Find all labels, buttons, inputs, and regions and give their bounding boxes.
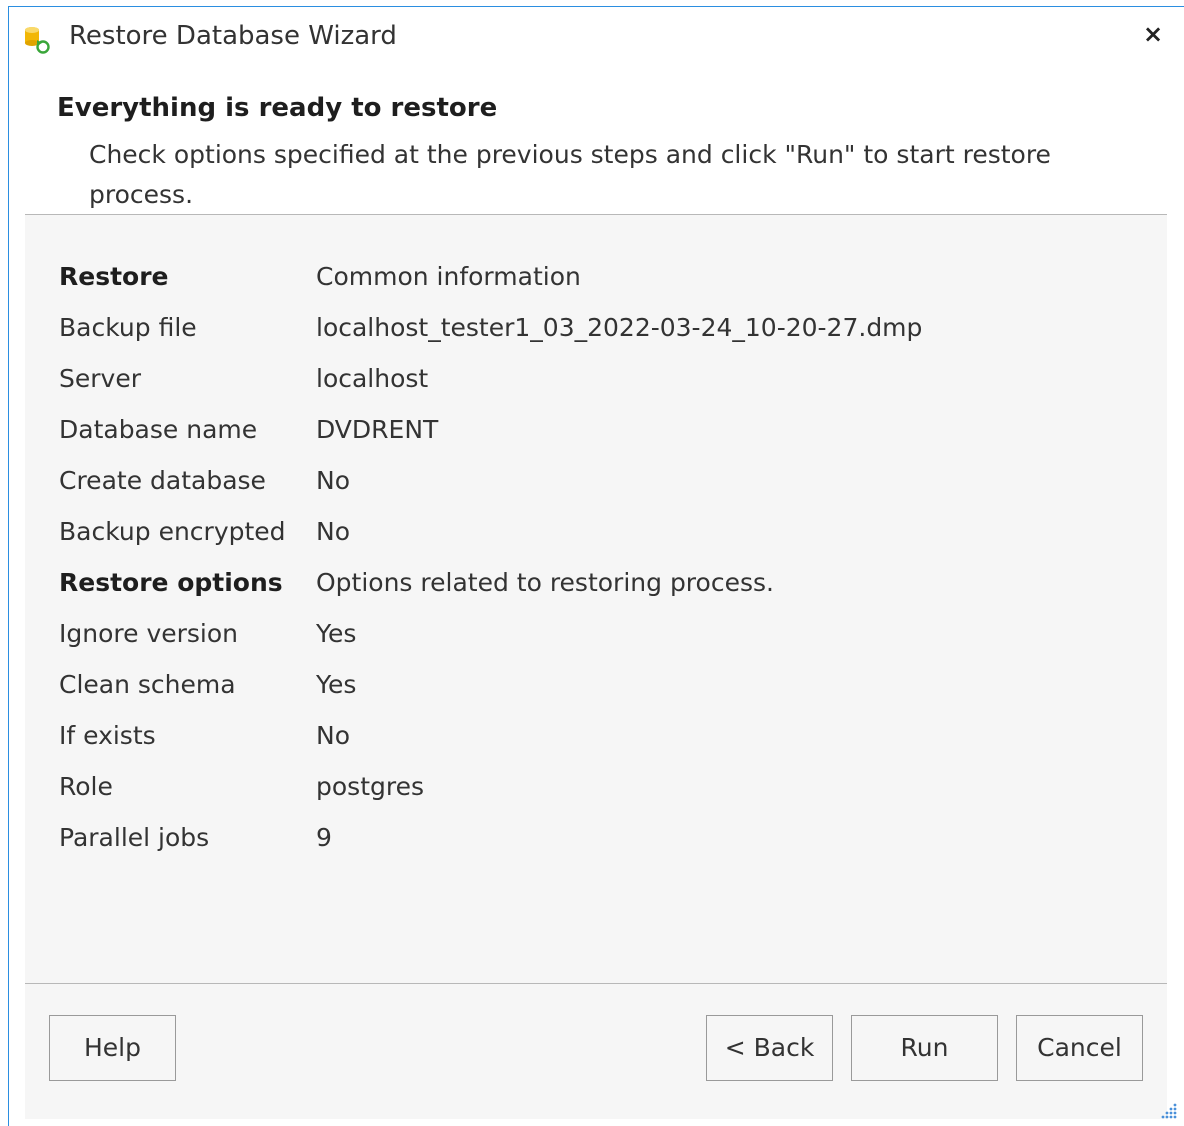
run-button[interactable]: Run [851, 1015, 998, 1081]
summary-label: Database name [59, 415, 258, 444]
summary-label: Role [59, 772, 113, 801]
database-restore-icon [23, 25, 51, 55]
summary-row-create-database: Create database No [59, 455, 922, 506]
summary-value: postgres [316, 772, 424, 801]
summary-value: Yes [316, 670, 357, 699]
summary-label: Backup encrypted [59, 517, 286, 546]
summary-row-server: Server localhost [59, 353, 922, 404]
page-heading: Everything is ready to restore [57, 93, 498, 123]
help-button[interactable]: Help [49, 1015, 176, 1081]
summary-row-ignore-version: Ignore version Yes [59, 608, 922, 659]
summary-label: Restore [59, 262, 169, 291]
summary-label: Create database [59, 466, 266, 495]
summary-value: localhost_tester1_03_2022-03-24_10-20-27… [316, 313, 923, 342]
summary-value: Common information [316, 262, 581, 291]
summary-value: No [316, 721, 350, 750]
page-subheading: Check options specified at the previous … [89, 140, 1051, 209]
summary-value: 9 [316, 823, 332, 852]
cancel-button[interactable]: Cancel [1016, 1015, 1143, 1081]
summary-panel: Restore Common information Backup file l… [25, 215, 1167, 1119]
summary-row-database-name: Database name DVDRENT [59, 404, 922, 455]
close-button[interactable]: × [1136, 17, 1170, 51]
summary-row-backup-encrypted: Backup encrypted No [59, 506, 922, 557]
summary-row-restore-options: Restore options Options related to resto… [59, 557, 922, 608]
summary-label: Ignore version [59, 619, 239, 648]
title-bar: Restore Database Wizard × [9, 7, 1184, 71]
summary-row-clean-schema: Clean schema Yes [59, 659, 922, 710]
back-button[interactable]: < Back [706, 1015, 833, 1081]
footer-divider [25, 983, 1167, 984]
summary-value: No [316, 466, 350, 495]
restore-wizard-window: Restore Database Wizard × Everything is … [8, 6, 1184, 1126]
summary-label: Restore options [59, 568, 283, 597]
summary-label: If exists [59, 721, 156, 750]
summary-table: Restore Common information Backup file l… [59, 251, 922, 863]
summary-value: No [316, 517, 350, 546]
summary-label: Clean schema [59, 670, 236, 699]
summary-row-restore: Restore Common information [59, 251, 922, 302]
summary-row-parallel-jobs: Parallel jobs 9 [59, 812, 922, 863]
wizard-header: Everything is ready to restore Check opt… [9, 71, 1184, 214]
summary-value: DVDRENT [316, 415, 439, 444]
summary-value: Yes [316, 619, 357, 648]
summary-row-backup-file: Backup file localhost_tester1_03_2022-03… [59, 302, 922, 353]
summary-value: localhost [316, 364, 429, 393]
resize-grip-icon[interactable] [1160, 1102, 1178, 1120]
summary-row-role: Role postgres [59, 761, 922, 812]
window-title: Restore Database Wizard [69, 21, 397, 51]
summary-row-if-exists: If exists No [59, 710, 922, 761]
summary-label: Parallel jobs [59, 823, 210, 852]
summary-value: Options related to restoring process. [316, 568, 774, 597]
summary-label: Backup file [59, 313, 197, 342]
summary-label: Server [59, 364, 141, 393]
